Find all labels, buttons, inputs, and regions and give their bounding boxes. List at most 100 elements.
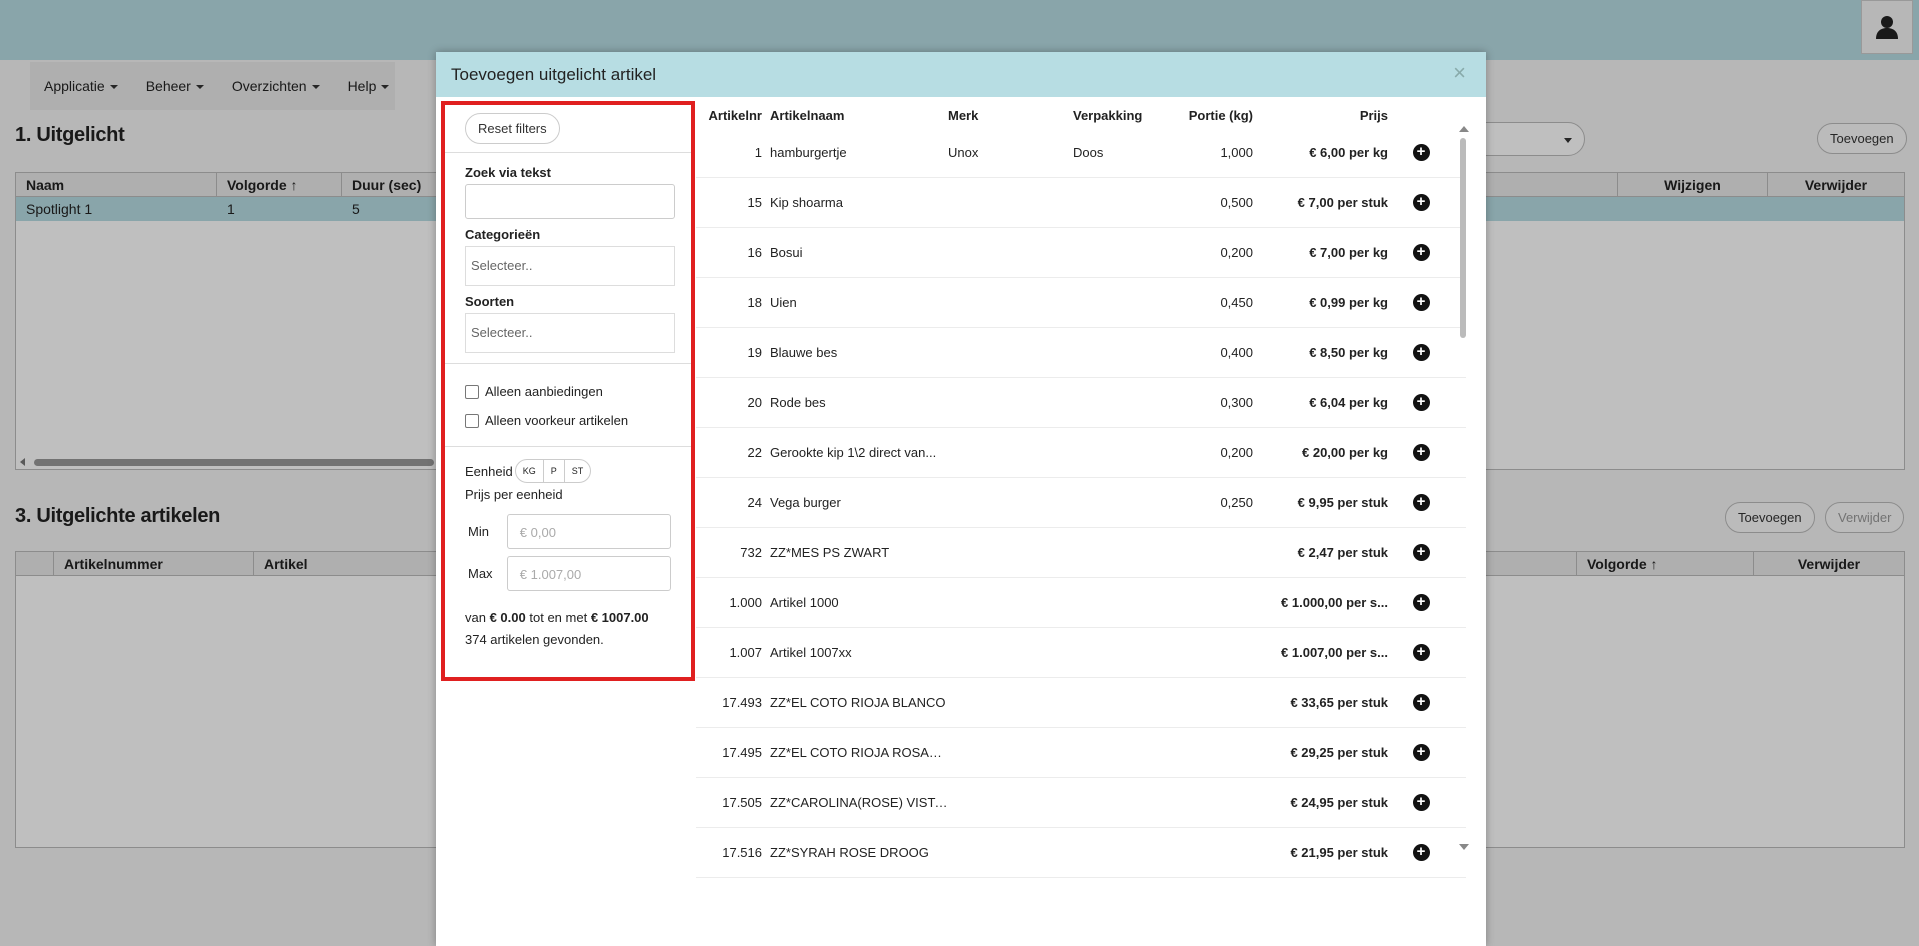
add-circle-icon[interactable]: + [1412,544,1430,561]
cell-prijs: € 8,50 per kg [1309,345,1388,360]
cell-prijs: € 7,00 per kg [1309,245,1388,260]
cell-portie: 0,300 [1220,395,1253,410]
table-row[interactable]: 15 Kip shoarma 0,500 € 7,00 per stuk + [696,178,1466,228]
add-circle-icon[interactable]: + [1412,494,1430,511]
cell-artikelnr: 24 [747,495,762,510]
column-header-portie[interactable]: Portie (kg) [1173,108,1253,123]
column-header-artikelnr[interactable]: Artikelnr [696,108,768,123]
cell-prijs: € 29,25 per stuk [1290,745,1388,760]
categories-label: Categorieën [465,227,541,242]
cell-portie: 1,000 [1220,145,1253,160]
add-circle-icon[interactable]: + [1412,294,1430,311]
search-label: Zoek via tekst [465,165,551,180]
only-preferred-checkbox[interactable] [465,413,479,428]
cell-portie: 0,400 [1220,345,1253,360]
add-circle-icon[interactable]: + [1412,744,1430,761]
results-scrollbar[interactable] [1457,124,1469,854]
add-circle-icon[interactable]: + [1412,394,1430,411]
cell-prijs: € 9,95 per stuk [1297,495,1388,510]
cell-artikelnaam: Artikel 1000 [770,595,839,610]
add-circle-icon[interactable]: + [1412,844,1430,861]
cell-prijs: € 1.007,00 per s... [1281,645,1388,660]
table-row[interactable]: 1.000 Artikel 1000 € 1.000,00 per s... + [696,578,1466,628]
close-icon[interactable]: × [1453,62,1466,84]
cell-artikelnaam: Kip shoarma [770,195,843,210]
filter-panel: Reset filters Zoek via tekst Categorieën… [441,101,695,681]
table-row[interactable]: 20 Rode bes 0,300 € 6,04 per kg + [696,378,1466,428]
add-circle-icon[interactable]: + [1412,694,1430,711]
only-preferred-option[interactable]: Alleen voorkeur artikelen [465,413,671,428]
cell-portie: 0,500 [1220,195,1253,210]
add-circle-icon[interactable]: + [1412,144,1430,161]
column-header-artikelnaam[interactable]: Artikelnaam [768,108,948,123]
cell-artikelnr: 1.000 [729,595,762,610]
add-circle-icon[interactable]: + [1412,644,1430,661]
cell-artikelnaam: Rode bes [770,395,826,410]
table-row[interactable]: 1.007 Artikel 1007xx € 1.007,00 per s... + [696,628,1466,678]
cell-artikelnaam: ZZ*CAROLINA(ROSE) VISTA... [770,795,948,810]
max-price-input[interactable]: € 1.007,00 [506,556,671,591]
table-row[interactable]: 19 Blauwe bes 0,400 € 8,50 per kg + [696,328,1466,378]
cell-prijs: € 24,95 per stuk [1290,795,1388,810]
search-input[interactable] [465,184,675,219]
cell-prijs: € 20,00 per kg [1302,445,1388,460]
cell-artikelnaam: Gerookte kip 1\2 direct van... [770,445,937,460]
scroll-down-icon[interactable] [1459,844,1469,850]
only-offers-checkbox[interactable] [465,384,479,399]
table-row[interactable]: 17.495 ZZ*EL COTO RIOJA ROSAD... € 29,25 p… [696,728,1466,778]
cell-merk: Unox [948,145,979,160]
cell-artikelnr: 17.505 [722,795,762,810]
unit-label: Eenheid [465,463,513,479]
cell-artikelnr: 732 [740,545,762,560]
table-row[interactable]: 17.505 ZZ*CAROLINA(ROSE) VISTA... € 24,95 … [696,778,1466,828]
cell-prijs: € 33,65 per stuk [1290,695,1388,710]
add-circle-icon[interactable]: + [1412,444,1430,461]
cell-prijs: € 6,04 per kg [1309,395,1388,410]
table-row[interactable]: 1 hamburgertje Unox Doos 1,000 € 6,00 per kg + [696,128,1466,178]
article-results-table: Artikelnr Artikelnaam Merk Verpakking Po… [696,102,1466,878]
table-row[interactable]: 16 Bosui 0,200 € 7,00 per kg + [696,228,1466,278]
cell-artikelnr: 15 [747,195,762,210]
table-row[interactable]: 17.516 ZZ*SYRAH ROSE DROOG € 21,95 per stu… [696,828,1466,878]
table-row[interactable]: 22 Gerookte kip 1\2 direct van... 0,200 € 2… [696,428,1466,478]
cell-artikelnaam: Bosui [770,245,803,260]
only-offers-option[interactable]: Alleen aanbiedingen [465,384,671,399]
table-row[interactable]: 17.493 ZZ*EL COTO RIOJA BLANCO € 33,65 per… [696,678,1466,728]
table-row[interactable]: 18 Uien 0,450 € 0,99 per kg + [696,278,1466,328]
cell-prijs: € 21,95 per stuk [1290,845,1388,860]
add-circle-icon[interactable]: + [1412,594,1430,611]
only-preferred-label: Alleen voorkeur artikelen [485,413,629,428]
cell-prijs: € 1.000,00 per s... [1281,595,1388,610]
table-row[interactable]: 24 Vega burger 0,250 € 9,95 per stuk + [696,478,1466,528]
add-circle-icon[interactable]: + [1412,194,1430,211]
column-header-verpakking[interactable]: Verpakking [1073,108,1173,123]
only-offers-label: Alleen aanbiedingen [485,384,603,399]
reset-filters-button[interactable]: Reset filters [465,113,560,144]
scroll-up-icon[interactable] [1459,126,1469,132]
add-circle-icon[interactable]: + [1412,344,1430,361]
categories-select[interactable]: Selecteer.. [465,246,675,286]
cell-artikelnr: 20 [747,395,762,410]
add-circle-icon[interactable]: + [1412,794,1430,811]
column-header-merk[interactable]: Merk [948,108,1073,123]
table-row[interactable]: 732 ZZ*MES PS ZWART € 2,47 per stuk + [696,528,1466,578]
cell-prijs: € 7,00 per stuk [1297,195,1388,210]
cell-artikelnaam: hamburgertje [770,145,847,160]
unit-toggle-group: KG P ST [514,459,592,483]
kinds-label: Soorten [465,294,515,309]
cell-portie: 0,250 [1220,495,1253,510]
cell-artikelnaam: Vega burger [770,495,841,510]
unit-st-button[interactable]: ST [565,460,591,482]
cell-artikelnr: 18 [747,295,762,310]
column-header-prijs[interactable]: Prijs [1253,108,1388,123]
cell-portie: 0,450 [1220,295,1253,310]
scrollbar-thumb[interactable] [1460,138,1466,338]
kinds-select[interactable]: Selecteer.. [465,313,675,353]
cell-portie: 0,200 [1220,245,1253,260]
unit-kg-button[interactable]: KG [516,460,544,482]
cell-verpakking: Doos [1073,145,1104,160]
min-price-input[interactable]: € 0,00 [506,514,671,549]
add-circle-icon[interactable]: + [1412,244,1430,261]
unit-p-button[interactable]: P [544,460,565,482]
cell-artikelnaam: ZZ*EL COTO RIOJA BLANCO [770,695,946,710]
